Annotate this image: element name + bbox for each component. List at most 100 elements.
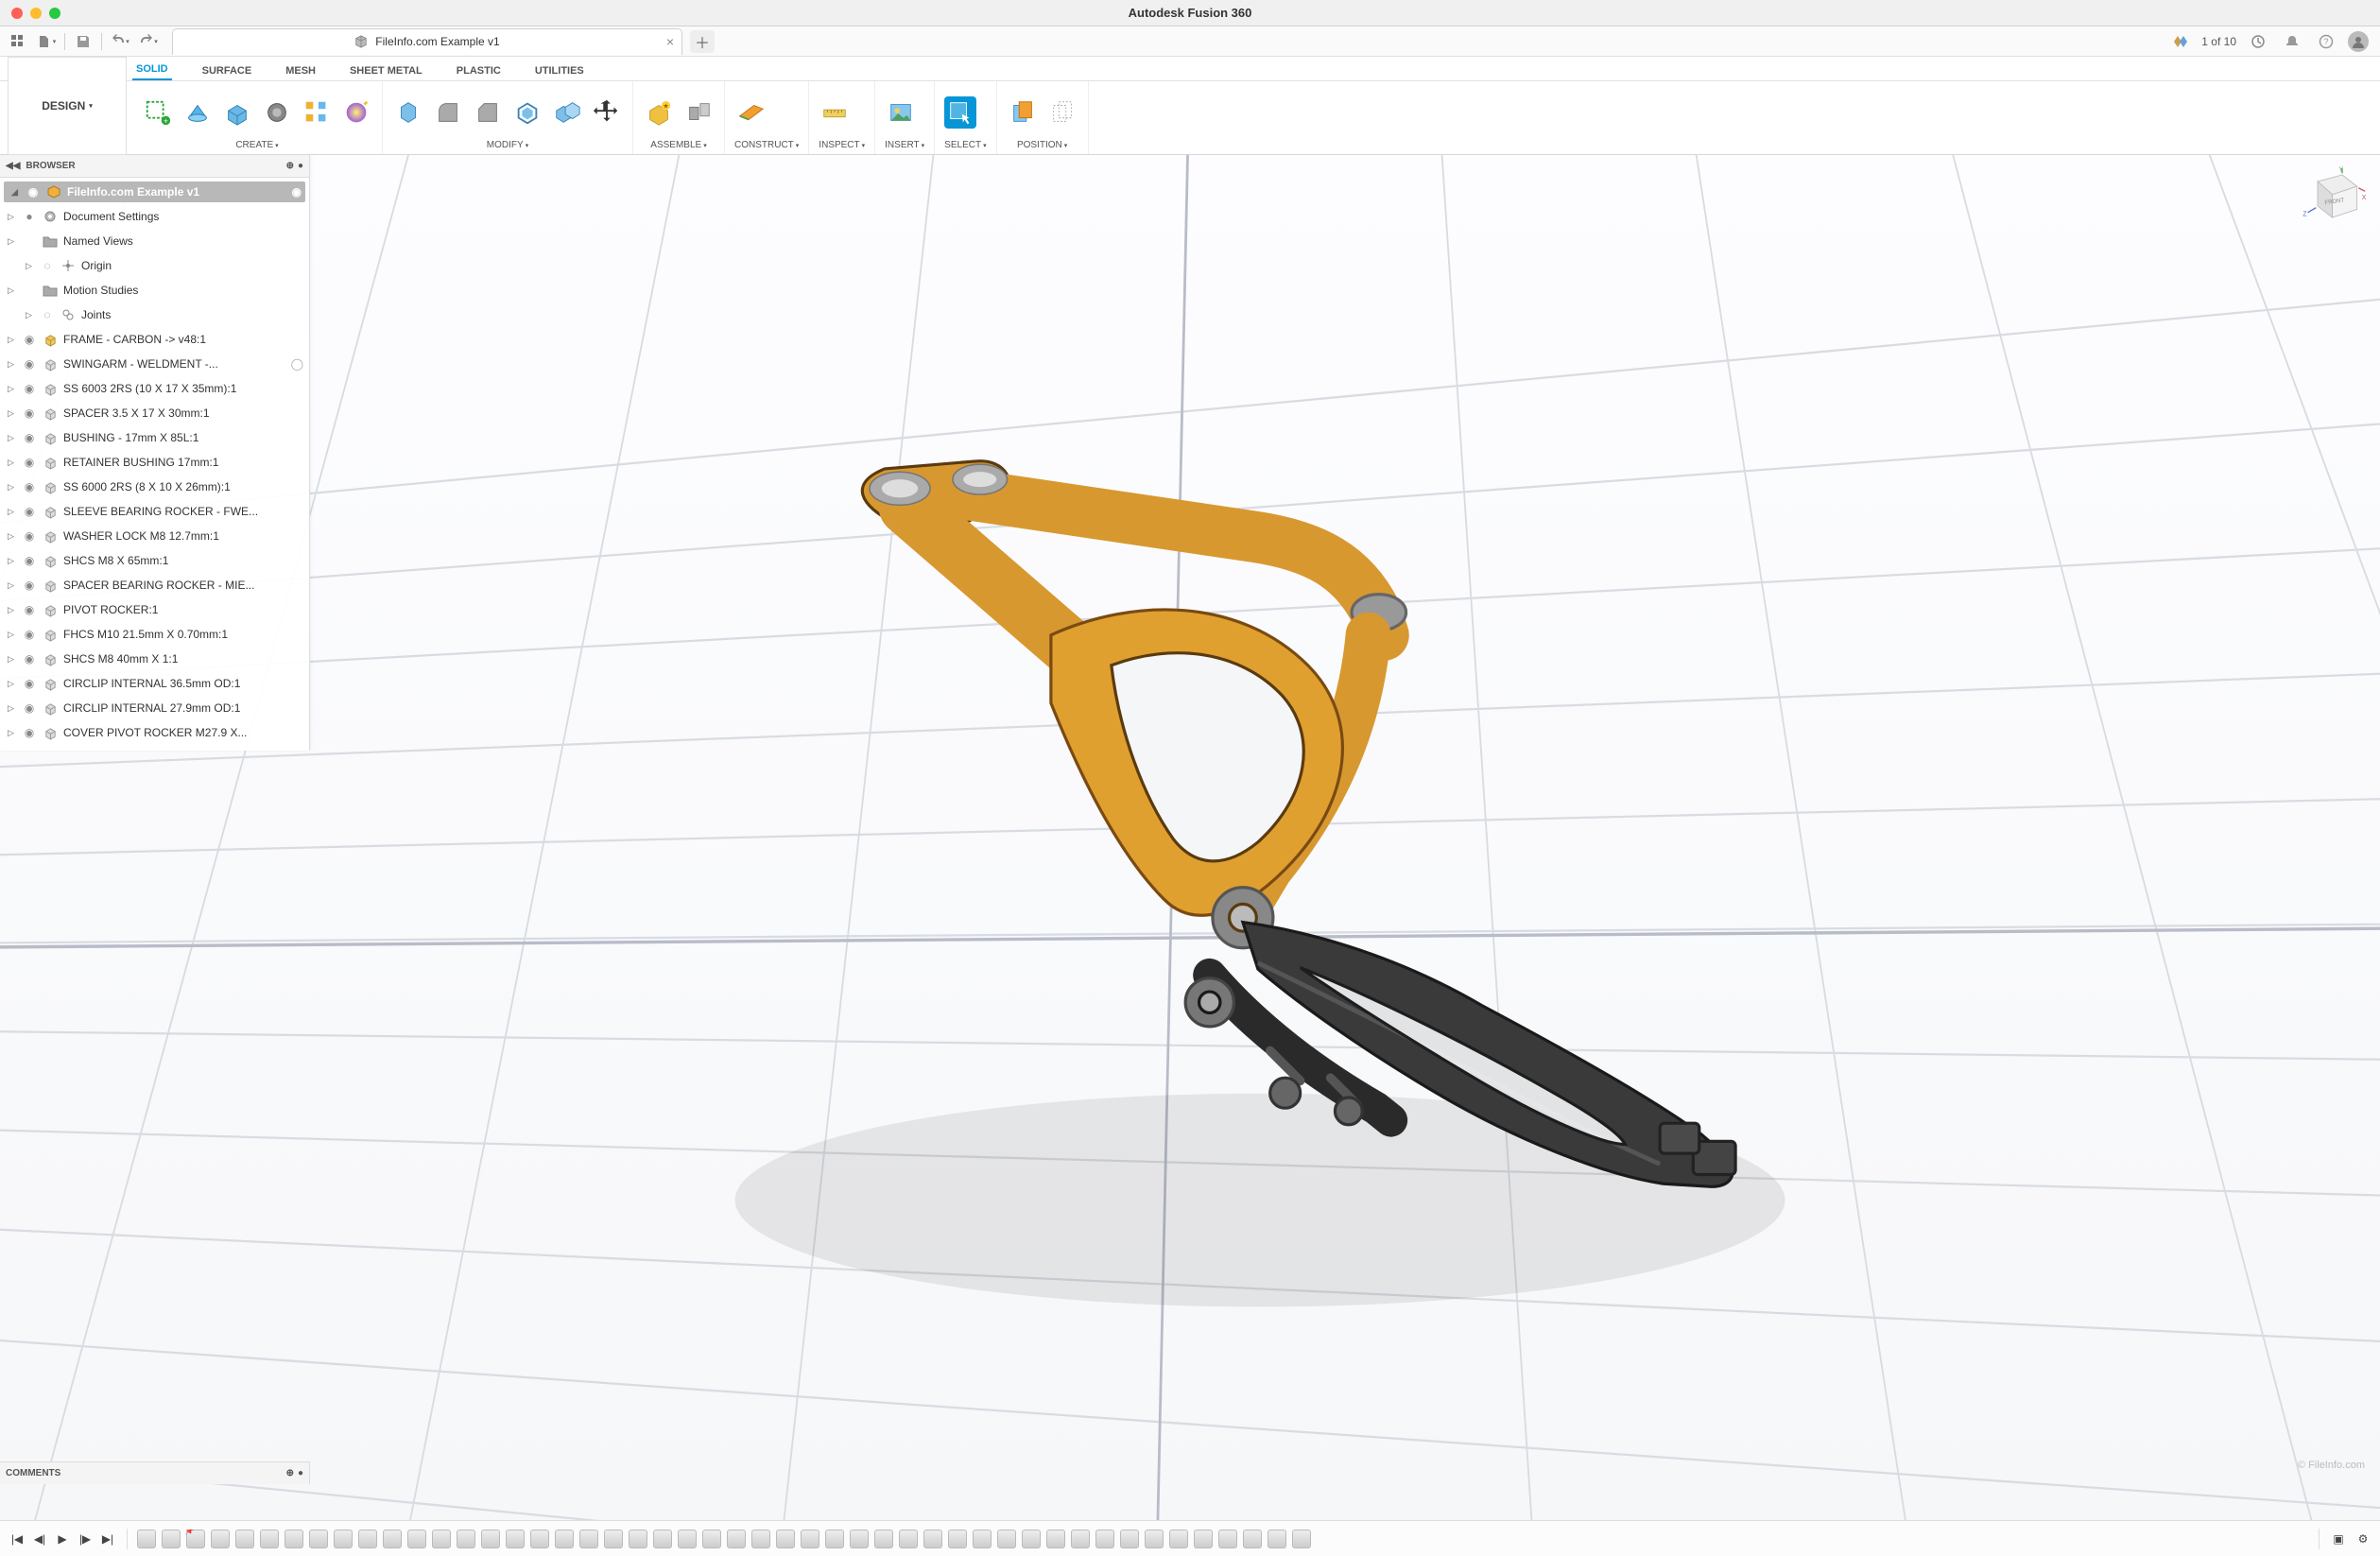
- timeline-feature[interactable]: [555, 1530, 574, 1548]
- extensions-button[interactable]: [2167, 30, 2192, 53]
- browser-item[interactable]: ▷◉CIRCLIP INTERNAL 27.9mm OD:1: [0, 696, 309, 720]
- timeline-feature[interactable]: [973, 1530, 992, 1548]
- joint-button[interactable]: [682, 96, 715, 129]
- combine-button[interactable]: [551, 96, 583, 129]
- timeline-feature[interactable]: [432, 1530, 451, 1548]
- browser-item[interactable]: ▷◉SPACER BEARING ROCKER - MIE...: [0, 573, 309, 597]
- ribbon-group-insert-label[interactable]: INSERT: [885, 140, 920, 150]
- notifications-button[interactable]: [2280, 30, 2304, 53]
- pattern-button[interactable]: [301, 96, 333, 129]
- ribbon-tab-utilities[interactable]: UTILITIES: [531, 61, 588, 80]
- browser-item[interactable]: ▷◌Origin: [0, 253, 309, 278]
- ribbon-tab-plastic[interactable]: PLASTIC: [453, 61, 505, 80]
- select-button[interactable]: [944, 96, 976, 129]
- construction-plane-button[interactable]: [734, 96, 767, 129]
- help-button[interactable]: ?: [2314, 30, 2338, 53]
- browser-item[interactable]: ▷◉PIVOT ROCKER:1: [0, 597, 309, 622]
- browser-add-icon[interactable]: ⊕: [286, 161, 294, 171]
- browser-item[interactable]: ▷◉SWINGARM - WELDMENT -...◯: [0, 352, 309, 376]
- browser-item[interactable]: ▷◉SHCS M8 X 65mm:1: [0, 548, 309, 573]
- timeline-feature[interactable]: [850, 1530, 869, 1548]
- timeline-feature[interactable]: [874, 1530, 893, 1548]
- ribbon-group-assemble-label[interactable]: ASSEMBLE: [650, 140, 701, 150]
- timeline-feature[interactable]: [702, 1530, 721, 1548]
- insert-button[interactable]: [885, 96, 917, 129]
- window-zoom-button[interactable]: [49, 8, 60, 19]
- browser-item[interactable]: ▷◉SPACER 3.5 X 17 X 30mm:1: [0, 401, 309, 425]
- browser-tree[interactable]: ◢◉FileInfo.com Example v1◉▷●Document Set…: [0, 178, 309, 751]
- viewport-3d[interactable]: FRONT X Y Z © FileInfo.com: [0, 155, 2380, 1520]
- emboss-button[interactable]: [340, 96, 372, 129]
- ribbon-tab-mesh[interactable]: MESH: [282, 61, 319, 80]
- timeline-feature[interactable]: [1194, 1530, 1213, 1548]
- measure-button[interactable]: [819, 96, 851, 129]
- timeline-expand-button[interactable]: ▣: [2329, 1530, 2348, 1548]
- timeline-play-button[interactable]: ▶: [53, 1530, 72, 1548]
- timeline-feature[interactable]: [530, 1530, 549, 1548]
- browser-item[interactable]: ▷◉RETAINER BUSHING 17mm:1: [0, 450, 309, 475]
- job-status-button[interactable]: [2246, 30, 2270, 53]
- browser-item[interactable]: ▷Motion Studies: [0, 278, 309, 303]
- revert-position-button[interactable]: [1046, 96, 1078, 129]
- timeline-settings-button[interactable]: ⚙: [2354, 1530, 2372, 1548]
- browser-item[interactable]: ▷◉COVER PIVOT ROCKER M27.9 X...: [0, 720, 309, 745]
- browser-item[interactable]: ▷◉CIRCLIP INTERNAL 36.5mm OD:1: [0, 671, 309, 696]
- timeline-feature[interactable]: [1046, 1530, 1065, 1548]
- ribbon-tab-solid[interactable]: SOLID: [132, 60, 172, 80]
- timeline-feature[interactable]: [358, 1530, 377, 1548]
- timeline-feature[interactable]: [1292, 1530, 1311, 1548]
- timeline-feature[interactable]: [334, 1530, 353, 1548]
- browser-item[interactable]: ▷◉BUSHING - 17mm X 85L:1: [0, 425, 309, 450]
- browser-root[interactable]: ◢◉FileInfo.com Example v1◉: [4, 182, 305, 202]
- new-component-button[interactable]: ★: [643, 96, 675, 129]
- timeline-feature[interactable]: [604, 1530, 623, 1548]
- move-button[interactable]: [591, 96, 623, 129]
- job-status-text[interactable]: 1 of 10: [2201, 35, 2236, 48]
- browser-item[interactable]: ▷Named Views: [0, 229, 309, 253]
- timeline-feature[interactable]: [309, 1530, 328, 1548]
- timeline-feature[interactable]: [923, 1530, 942, 1548]
- timeline-feature[interactable]: [751, 1530, 770, 1548]
- browser-item[interactable]: ▷◉FRAME - CARBON -> v48:1: [0, 327, 309, 352]
- timeline-feature[interactable]: [801, 1530, 819, 1548]
- browser-item[interactable]: ▷◉SHCS M8 40mm X 1:1: [0, 647, 309, 671]
- browser-item[interactable]: ▷◉SS 6000 2RS (8 X 10 X 26mm):1: [0, 475, 309, 499]
- browser-item[interactable]: ▷◉SLEEVE BEARING ROCKER - FWE...: [0, 499, 309, 524]
- workspace-switcher[interactable]: DESIGN▾: [8, 57, 127, 155]
- shell-button[interactable]: [511, 96, 543, 129]
- create-form-button[interactable]: [181, 96, 214, 129]
- ribbon-group-inspect-label[interactable]: INSPECT: [819, 140, 859, 150]
- timeline-feature[interactable]: [948, 1530, 967, 1548]
- browser-item[interactable]: ▷◉SS 6003 2RS (10 X 17 X 35mm):1: [0, 376, 309, 401]
- ribbon-group-select-label[interactable]: SELECT: [944, 140, 981, 150]
- timeline-feature[interactable]: [1243, 1530, 1262, 1548]
- timeline-feature[interactable]: [481, 1530, 500, 1548]
- timeline-feature[interactable]: [579, 1530, 598, 1548]
- timeline-feature[interactable]: [1120, 1530, 1139, 1548]
- timeline-feature[interactable]: [825, 1530, 844, 1548]
- ribbon-group-construct-label[interactable]: CONSTRUCT: [734, 140, 794, 150]
- chamfer-button[interactable]: [472, 96, 504, 129]
- timeline-feature[interactable]: [899, 1530, 918, 1548]
- browser-item[interactable]: ▷◉FHCS M10 21.5mm X 0.70mm:1: [0, 622, 309, 647]
- timeline-feature[interactable]: [457, 1530, 475, 1548]
- window-close-button[interactable]: [11, 8, 23, 19]
- extrude-button[interactable]: [221, 96, 253, 129]
- timeline-feature[interactable]: [1095, 1530, 1114, 1548]
- timeline-feature[interactable]: [383, 1530, 402, 1548]
- timeline-feature[interactable]: [186, 1530, 205, 1548]
- timeline-prev-button[interactable]: ◀|: [30, 1530, 49, 1548]
- timeline-feature[interactable]: [1268, 1530, 1286, 1548]
- save-button[interactable]: [71, 30, 95, 53]
- timeline-feature[interactable]: [727, 1530, 746, 1548]
- timeline-feature[interactable]: [211, 1530, 230, 1548]
- timeline-feature[interactable]: [629, 1530, 647, 1548]
- undo-button[interactable]: ▾: [108, 30, 132, 53]
- close-tab-button[interactable]: ×: [666, 34, 674, 49]
- ribbon-group-modify-label[interactable]: MODIFY: [487, 140, 524, 150]
- timeline-feature[interactable]: [506, 1530, 525, 1548]
- ribbon-tab-surface[interactable]: SURFACE: [198, 61, 256, 80]
- file-menu-button[interactable]: ▾: [34, 30, 59, 53]
- timeline-last-button[interactable]: ▶|: [98, 1530, 117, 1548]
- collapse-browser-icon[interactable]: ◀◀: [6, 161, 20, 171]
